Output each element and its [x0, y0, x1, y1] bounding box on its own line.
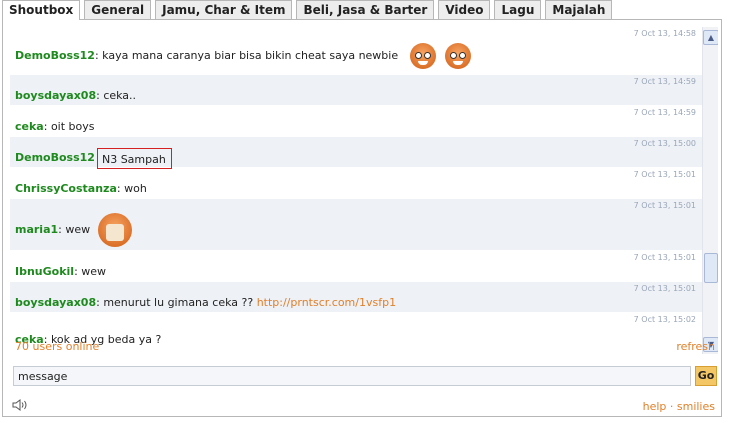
message-username[interactable]: DemoBoss12 [15, 151, 95, 164]
link-separator: · [666, 400, 677, 413]
message-username[interactable]: ChrissyCostanza [15, 182, 117, 195]
smilies-link[interactable]: smilies [677, 400, 715, 413]
message-timestamp: 7 Oct 13, 15:02 [633, 315, 696, 324]
message-row: 7 Oct 13, 14:59 ceka: oit boys [10, 106, 718, 137]
laughing-smiley-icon [409, 43, 436, 69]
refresh-link[interactable]: refresh [676, 340, 715, 353]
message-timestamp: 7 Oct 13, 15:01 [633, 201, 696, 210]
help-link[interactable]: help [643, 400, 667, 413]
mask-smiley-icon [97, 213, 132, 247]
message-timestamp: 7 Oct 13, 14:59 [633, 108, 696, 117]
message-username[interactable]: boysdayax08 [15, 89, 96, 102]
message-timestamp: 7 Oct 13, 15:01 [633, 170, 696, 179]
message-link[interactable]: http://prntscr.com/1vsfp1 [257, 296, 396, 309]
message-row: 7 Oct 13, 15:01 boysdayax08: menurut lu … [10, 282, 718, 313]
tab-majalah[interactable]: Majalah [545, 0, 613, 19]
message-text: wew [81, 265, 107, 278]
scroll-up-icon[interactable]: ▲ [703, 30, 718, 45]
message-timestamp: 7 Oct 13, 14:59 [633, 77, 696, 86]
message-row: 7 Oct 13, 14:58 DemoBoss12: kaya mana ca… [10, 27, 718, 75]
tab-general[interactable]: General [84, 0, 152, 19]
go-button[interactable]: Go [695, 366, 717, 386]
speaker-icon[interactable] [12, 399, 30, 411]
message-text: menurut lu gimana ceka ?? [103, 296, 257, 309]
tab-shoutbox[interactable]: Shoutbox [2, 0, 81, 20]
message-row: 7 Oct 13, 15:00 DemoBoss12 N3 Sampah [10, 137, 718, 169]
message-timestamp: 7 Oct 13, 14:58 [633, 29, 696, 38]
message-scrollbar[interactable]: ▲ ▼ [702, 27, 718, 354]
shoutbox-panel: 7 Oct 13, 14:58 DemoBoss12: kaya mana ca… [2, 19, 722, 417]
users-online[interactable]: 70 users online [15, 340, 99, 353]
tab-lagu[interactable]: Lagu [494, 0, 542, 19]
tab-video[interactable]: Video [438, 0, 491, 19]
message-text: kaya mana caranya biar bisa bikin cheat … [102, 49, 399, 62]
message-row: 7 Oct 13, 15:01 IbnuGokil: wew [10, 251, 718, 282]
message-row: 7 Oct 13, 14:59 boysdayax08: ceka.. [10, 75, 718, 106]
message-timestamp: 7 Oct 13, 15:00 [633, 139, 696, 148]
message-username[interactable]: boysdayax08 [15, 296, 96, 309]
tab-jamu-char-item[interactable]: Jamu, Char & Item [155, 0, 293, 19]
message-text: ceka.. [103, 89, 137, 102]
message-row: 7 Oct 13, 15:01 ChrissyCostanza: woh [10, 168, 718, 199]
tab-beli-jasa-barter[interactable]: Beli, Jasa & Barter [296, 0, 435, 19]
message-username[interactable]: maria1 [15, 223, 58, 236]
message-username[interactable]: ceka [15, 120, 44, 133]
message-list[interactable]: 7 Oct 13, 14:58 DemoBoss12: kaya mana ca… [10, 27, 718, 354]
scrollbar-thumb[interactable] [704, 253, 718, 283]
message-text: oit boys [50, 120, 95, 133]
message-input[interactable] [13, 366, 691, 386]
message-username[interactable]: DemoBoss12 [15, 49, 95, 62]
message-timestamp: 7 Oct 13, 15:01 [633, 284, 696, 293]
laughing-smiley-icon [445, 43, 472, 69]
message-row: 7 Oct 13, 15:01 maria1: wew [10, 199, 718, 251]
message-timestamp: 7 Oct 13, 15:01 [633, 253, 696, 262]
message-text: woh [124, 182, 147, 195]
tab-bar: Shoutbox General Jamu, Char & Item Beli,… [2, 0, 616, 20]
message-text: wew [65, 223, 91, 236]
message-text-highlighted: N3 Sampah [96, 148, 172, 169]
help-smilies-links: help · smilies [643, 400, 715, 413]
message-row: 7 Oct 13, 15:02 ceka: kok ad yg beda ya … [10, 313, 718, 346]
message-username[interactable]: IbnuGokil [15, 265, 74, 278]
